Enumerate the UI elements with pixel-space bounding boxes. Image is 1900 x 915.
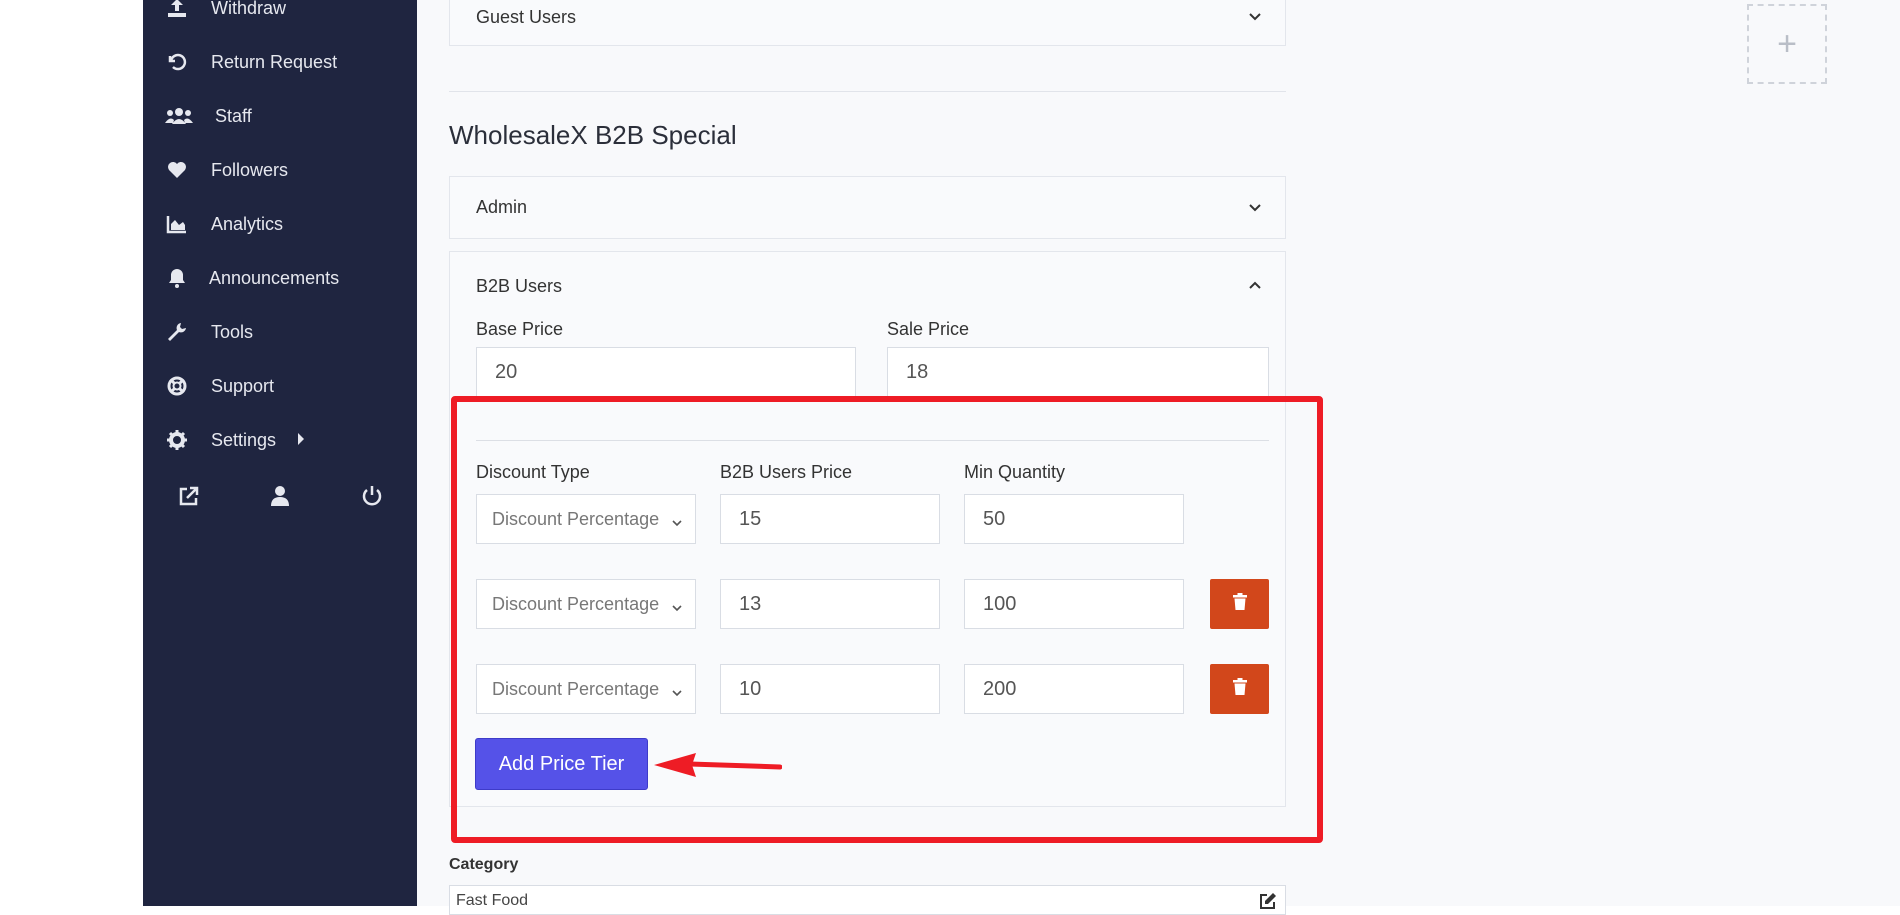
- accordion-title: Guest Users: [476, 7, 577, 27]
- accordion-title: Admin: [476, 197, 528, 217]
- sale-price-input[interactable]: 18: [887, 347, 1269, 397]
- min-quantity-input[interactable]: 200: [964, 664, 1184, 714]
- accordion-b2b-users: B2B Users Base Price 20 Sale Price 18 Di…: [449, 251, 1286, 807]
- col-b2b-users-price: B2B Users Price: [720, 462, 853, 482]
- plus-icon: +: [1777, 24, 1797, 63]
- min-quantity-input[interactable]: 100: [964, 579, 1184, 629]
- accordion-title[interactable]: B2B Users: [476, 276, 562, 297]
- category-value: Fast Food: [456, 892, 529, 909]
- chevron-down-icon: [671, 598, 683, 619]
- sidebar-item-label: Return Request: [211, 51, 338, 72]
- base-price-input[interactable]: 20: [476, 347, 856, 397]
- b2b-price-input[interactable]: 10: [720, 664, 940, 714]
- sidebar-item-label: Support: [211, 375, 275, 396]
- chevron-down-icon: [671, 513, 683, 534]
- sidebar-item-staff[interactable]: Staff: [165, 98, 252, 134]
- sale-price-label: Sale Price: [887, 319, 970, 339]
- select-value: Discount Percentage: [492, 678, 660, 699]
- sidebar-item-support[interactable]: Support: [165, 368, 274, 404]
- caret-right-icon: [296, 430, 306, 451]
- select-value: Discount Percentage: [492, 508, 660, 529]
- chevron-down-icon: [1247, 200, 1263, 216]
- life-ring-icon: [165, 374, 189, 398]
- sidebar-item-label: Withdraw: [211, 0, 287, 18]
- arrow-annotation-icon: [654, 753, 782, 777]
- divider: [449, 91, 1286, 92]
- sidebar-item-label: Staff: [215, 105, 252, 126]
- sidebar-item-label: Followers: [211, 159, 289, 180]
- sidebar-item-analytics[interactable]: Analytics: [165, 206, 283, 242]
- heart-icon: [165, 158, 189, 182]
- chevron-down-icon: [1247, 9, 1263, 25]
- power-icon[interactable]: [360, 484, 384, 508]
- col-min-quantity: Min Quantity: [964, 462, 1066, 482]
- main-content: Guest Users WholesaleX B2B Special Admin…: [417, 0, 1900, 915]
- trash-icon: [1232, 592, 1248, 616]
- chevron-up-icon[interactable]: [1247, 277, 1263, 293]
- upload-icon: [165, 0, 189, 20]
- discount-type-select[interactable]: Discount Percentage: [476, 664, 696, 714]
- gear-icon: [165, 428, 189, 452]
- discount-type-select[interactable]: Discount Percentage: [476, 579, 696, 629]
- base-price-label: Base Price: [476, 319, 564, 339]
- sidebar-item-label: Announcements: [209, 267, 340, 288]
- sidebar-item-withdraw[interactable]: Withdraw: [165, 0, 286, 26]
- select-value: Discount Percentage: [492, 593, 660, 614]
- section-title: WholesaleX B2B Special: [449, 120, 737, 150]
- sidebar-item-return-request[interactable]: Return Request: [165, 44, 337, 80]
- chevron-down-icon: [671, 683, 683, 704]
- sidebar-item-settings[interactable]: Settings: [165, 422, 306, 458]
- sidebar-item-label: Analytics: [211, 213, 284, 234]
- accordion-guest-users[interactable]: Guest Users: [449, 0, 1286, 46]
- col-discount-type: Discount Type: [476, 462, 590, 482]
- delete-tier-button[interactable]: [1210, 664, 1269, 714]
- edit-icon[interactable]: [1259, 892, 1277, 914]
- category-label: Category: [449, 856, 519, 873]
- users-icon: [165, 104, 193, 128]
- divider: [476, 440, 1269, 441]
- wrench-icon: [165, 320, 189, 344]
- undo-icon: [165, 50, 189, 74]
- external-link-icon[interactable]: [177, 484, 201, 508]
- user-icon[interactable]: [268, 484, 292, 508]
- sidebar-item-announcements[interactable]: Announcements: [165, 260, 339, 296]
- sidebar-item-label: Tools: [211, 321, 254, 342]
- accordion-admin[interactable]: Admin: [449, 176, 1286, 239]
- b2b-price-input[interactable]: 13: [720, 579, 940, 629]
- sidebar: Withdraw Return Request Staff Followers …: [143, 0, 417, 906]
- sidebar-item-followers[interactable]: Followers: [165, 152, 288, 188]
- sidebar-footer: [143, 478, 417, 514]
- bell-icon: [165, 266, 189, 290]
- discount-type-select[interactable]: Discount Percentage: [476, 494, 696, 544]
- add-image-button[interactable]: +: [1747, 4, 1827, 84]
- min-quantity-input[interactable]: 50: [964, 494, 1184, 544]
- delete-tier-button[interactable]: [1210, 579, 1269, 629]
- sidebar-item-label: Settings: [211, 429, 277, 450]
- add-price-tier-button[interactable]: Add Price Tier: [475, 738, 648, 790]
- category-field[interactable]: Fast Food: [449, 885, 1286, 915]
- chart-area-icon: [165, 212, 189, 236]
- b2b-price-input[interactable]: 15: [720, 494, 940, 544]
- trash-icon: [1232, 677, 1248, 701]
- sidebar-item-tools[interactable]: Tools: [165, 314, 253, 350]
